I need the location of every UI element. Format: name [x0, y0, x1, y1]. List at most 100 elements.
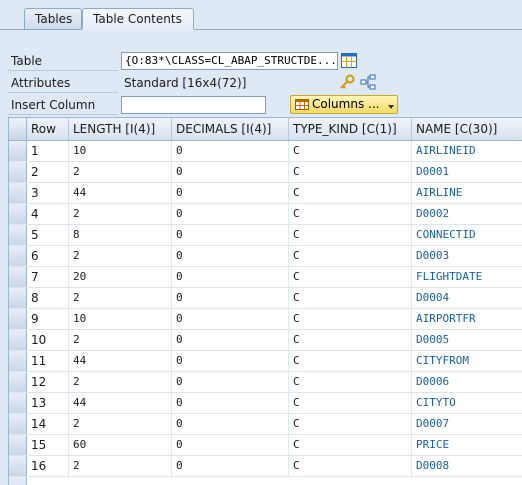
- cell-decimals[interactable]: 0: [172, 456, 289, 476]
- cell-row[interactable]: 13: [27, 393, 69, 413]
- cell-row[interactable]: 5: [27, 225, 69, 245]
- cell-length[interactable]: 2: [69, 414, 172, 434]
- cell-decimals[interactable]: 0: [172, 309, 289, 329]
- cell-row[interactable]: 14: [27, 414, 69, 434]
- cell-row[interactable]: 2: [27, 162, 69, 182]
- table-row[interactable]: 8 2 0 C D0004: [9, 288, 522, 309]
- table-grid-icon[interactable]: [341, 53, 357, 68]
- cell-type-kind[interactable]: C: [289, 288, 412, 308]
- header-length[interactable]: LENGTH [I(4)]: [69, 118, 172, 140]
- cell-name[interactable]: D0002: [412, 204, 522, 224]
- cell-name[interactable]: CONNECTID: [412, 225, 522, 245]
- header-decimals[interactable]: DECIMALS [I(4)]: [172, 118, 289, 140]
- cell-type-kind[interactable]: C: [289, 351, 412, 371]
- cell-row[interactable]: 16: [27, 456, 69, 476]
- cell-row[interactable]: 15: [27, 435, 69, 455]
- cell-type-kind[interactable]: C: [289, 246, 412, 266]
- cell-length[interactable]: 2: [69, 204, 172, 224]
- row-selector[interactable]: [9, 330, 27, 350]
- cell-type-kind[interactable]: C: [289, 372, 412, 392]
- cell-name[interactable]: D0006: [412, 372, 522, 392]
- cell-name[interactable]: D0001: [412, 162, 522, 182]
- table-row[interactable]: 16 2 0 C D0008: [9, 456, 522, 477]
- cell-row[interactable]: 9: [27, 309, 69, 329]
- cell-length[interactable]: 44: [69, 393, 172, 413]
- cell-decimals[interactable]: 0: [172, 183, 289, 203]
- row-selector[interactable]: [9, 393, 27, 413]
- table-row[interactable]: 4 2 0 C D0002: [9, 204, 522, 225]
- cell-decimals[interactable]: 0: [172, 246, 289, 266]
- insert-column-input[interactable]: [121, 96, 266, 114]
- select-all-cell[interactable]: [9, 118, 27, 140]
- header-name[interactable]: NAME [C(30)]: [412, 118, 522, 140]
- cell-type-kind[interactable]: C: [289, 456, 412, 476]
- row-selector[interactable]: [9, 372, 27, 392]
- row-selector[interactable]: [9, 456, 27, 476]
- row-selector[interactable]: [9, 267, 27, 287]
- row-selector[interactable]: [9, 162, 27, 182]
- cell-name[interactable]: AIRLINEID: [412, 141, 522, 161]
- cell-row[interactable]: 11: [27, 351, 69, 371]
- table-row[interactable]: 14 2 0 C D0007: [9, 414, 522, 435]
- cell-length[interactable]: 44: [69, 351, 172, 371]
- table-row[interactable]: 12 2 0 C D0006: [9, 372, 522, 393]
- cell-length[interactable]: 20: [69, 267, 172, 287]
- cell-length[interactable]: 10: [69, 309, 172, 329]
- cell-type-kind[interactable]: C: [289, 162, 412, 182]
- cell-decimals[interactable]: 0: [172, 288, 289, 308]
- row-selector[interactable]: [9, 288, 27, 308]
- table-row[interactable]: 6 2 0 C D0003: [9, 246, 522, 267]
- cell-row[interactable]: 1: [27, 141, 69, 161]
- cell-type-kind[interactable]: C: [289, 330, 412, 350]
- cell-length[interactable]: 2: [69, 162, 172, 182]
- cell-name[interactable]: D0004: [412, 288, 522, 308]
- cell-row[interactable]: 8: [27, 288, 69, 308]
- cell-decimals[interactable]: 0: [172, 393, 289, 413]
- cell-type-kind[interactable]: C: [289, 414, 412, 434]
- table-field[interactable]: {O:83*\CLASS=CL_ABAP_STRUCTDE...: [121, 52, 338, 70]
- cell-length[interactable]: 2: [69, 288, 172, 308]
- cell-name[interactable]: PRICE: [412, 435, 522, 455]
- cell-length[interactable]: 10: [69, 141, 172, 161]
- cell-name[interactable]: D0005: [412, 330, 522, 350]
- cell-decimals[interactable]: 0: [172, 372, 289, 392]
- cell-type-kind[interactable]: C: [289, 141, 412, 161]
- cell-name[interactable]: D0008: [412, 456, 522, 476]
- cell-type-kind[interactable]: C: [289, 267, 412, 287]
- tab-tables[interactable]: Tables: [24, 8, 82, 29]
- table-row[interactable]: 3 44 0 C AIRLINE: [9, 183, 522, 204]
- table-row[interactable]: 10 2 0 C D0005: [9, 330, 522, 351]
- cell-name[interactable]: AIRLINE: [412, 183, 522, 203]
- cell-row[interactable]: 7: [27, 267, 69, 287]
- table-row[interactable]: 9 10 0 C AIRPORTFR: [9, 309, 522, 330]
- cell-name[interactable]: CITYTO: [412, 393, 522, 413]
- table-row[interactable]: 15 60 0 C PRICE: [9, 435, 522, 456]
- row-selector[interactable]: [9, 351, 27, 371]
- row-selector[interactable]: [9, 414, 27, 434]
- table-row[interactable]: 5 8 0 C CONNECTID: [9, 225, 522, 246]
- cell-name[interactable]: FLIGHTDATE: [412, 267, 522, 287]
- cell-type-kind[interactable]: C: [289, 435, 412, 455]
- cell-decimals[interactable]: 0: [172, 330, 289, 350]
- cell-name[interactable]: AIRPORTFR: [412, 309, 522, 329]
- row-selector[interactable]: [9, 141, 27, 161]
- table-row[interactable]: 2 2 0 C D0001: [9, 162, 522, 183]
- cell-length[interactable]: 2: [69, 330, 172, 350]
- cell-decimals[interactable]: 0: [172, 162, 289, 182]
- row-selector[interactable]: [9, 309, 27, 329]
- cell-row[interactable]: 6: [27, 246, 69, 266]
- cell-type-kind[interactable]: C: [289, 183, 412, 203]
- cell-length[interactable]: 2: [69, 246, 172, 266]
- table-row[interactable]: 7 20 0 C FLIGHTDATE: [9, 267, 522, 288]
- row-selector[interactable]: [9, 225, 27, 245]
- header-type-kind[interactable]: TYPE_KIND [C(1)]: [289, 118, 412, 140]
- cell-type-kind[interactable]: C: [289, 309, 412, 329]
- cell-length[interactable]: 2: [69, 372, 172, 392]
- cell-length[interactable]: 44: [69, 183, 172, 203]
- cell-decimals[interactable]: 0: [172, 414, 289, 434]
- structure-icon[interactable]: [360, 74, 376, 90]
- columns-button[interactable]: Columns ...: [290, 95, 398, 114]
- table-row[interactable]: 11 44 0 C CITYFROM: [9, 351, 522, 372]
- header-row[interactable]: Row: [27, 118, 69, 140]
- cell-type-kind[interactable]: C: [289, 225, 412, 245]
